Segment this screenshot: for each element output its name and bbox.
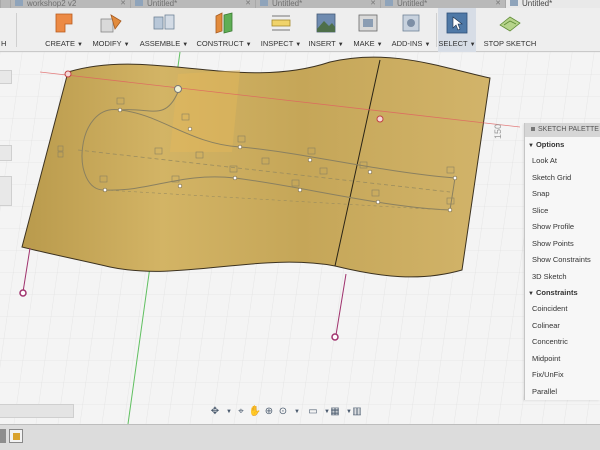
zoom-window-icon[interactable]: ⊙ [276, 406, 290, 418]
option-show-constraints[interactable]: Show Constraints [525, 252, 600, 269]
assemble-icon [153, 14, 175, 30]
option-slice[interactable]: Slice [525, 203, 600, 220]
constraint-coincident[interactable]: Coincident [525, 301, 600, 318]
construct-icon [215, 12, 233, 34]
sketch-origin-point[interactable] [174, 85, 182, 93]
document-icon [510, 0, 518, 6]
zoom-dropdown-icon[interactable]: ▼ [290, 406, 304, 418]
modify-icon [100, 14, 122, 33]
viewport-graphics[interactable] [0, 52, 600, 424]
option-show-profile[interactable]: Show Profile [525, 219, 600, 236]
select-label: SELECT [438, 39, 468, 48]
corner-point[interactable] [376, 115, 384, 123]
main-toolbar: H CREATE ▼ MODIFY ▼ ASSEMBLE ▼ CONSTRUCT ▼ [0, 8, 600, 52]
document-tab-untitled-active[interactable]: Untitled* [505, 0, 600, 8]
document-tab-bar: workshop2 v2 ✕ Untitled* ✕ Untitled* ✕ U… [0, 0, 600, 8]
create-icon [55, 13, 73, 33]
insert-menu-button[interactable]: INSERT ▼ [306, 8, 346, 52]
projected-point-left[interactable] [19, 289, 27, 297]
constraint-fix-unfix[interactable]: Fix/UnFix [525, 367, 600, 384]
look-at-icon[interactable]: ⌖ [234, 406, 248, 418]
option-3d-sketch[interactable]: 3D Sketch [525, 269, 600, 286]
construct-menu-button[interactable]: CONSTRUCT ▼ [194, 8, 254, 52]
create-menu-button[interactable]: CREATE ▼ [40, 8, 88, 52]
option-sketch-grid[interactable]: Sketch Grid [525, 170, 600, 187]
document-tab-untitled-3[interactable]: Untitled* ✕ [380, 0, 505, 8]
timeline-bar [0, 424, 600, 450]
assemble-menu-button[interactable]: ASSEMBLE ▼ [134, 8, 194, 52]
option-snap[interactable]: Snap [525, 186, 600, 203]
dimension-label[interactable]: 150 [493, 124, 503, 139]
projected-point-right[interactable] [331, 333, 339, 341]
insert-label: INSERT [308, 39, 336, 48]
option-look-at[interactable]: Look At [525, 153, 600, 170]
triangle-down-icon: ▼ [528, 291, 534, 297]
sketch-menu-button[interactable]: H [0, 8, 14, 52]
face-highlight [170, 70, 240, 152]
viewports-icon[interactable]: ▥ [350, 406, 364, 418]
design-canvas[interactable]: 150 [0, 52, 600, 424]
modify-label: MODIFY [92, 39, 122, 48]
addins-label: ADD-INS [391, 39, 423, 48]
stop-sketch-button[interactable]: STOP SKETCH [482, 8, 538, 52]
corner-point[interactable] [64, 70, 72, 78]
make-label: MAKE [353, 39, 375, 48]
sketch-palette-header[interactable]: SKETCH PALETTE [525, 123, 600, 137]
document-icon [385, 0, 393, 6]
document-tab-untitled-1[interactable]: Untitled* ✕ [130, 0, 255, 8]
constraint-colinear[interactable]: Colinear [525, 318, 600, 335]
create-label: CREATE [45, 39, 75, 48]
close-icon[interactable]: ✕ [370, 0, 376, 7]
timeline-sketch-feature[interactable] [9, 429, 23, 443]
display-settings-icon[interactable]: ▭ [306, 406, 320, 418]
stop-sketch-icon [499, 16, 521, 32]
close-icon[interactable]: ✕ [245, 0, 251, 7]
inspect-icon [271, 15, 291, 31]
addins-menu-button[interactable]: ADD-INS ▼ [388, 8, 434, 52]
constraints-section-header[interactable]: ▼ Constraints [525, 285, 600, 301]
document-tab-workshop2[interactable]: workshop2 v2 ✕ [10, 0, 130, 8]
stop-sketch-label: STOP SKETCH [483, 39, 537, 48]
orbit-icon[interactable]: ✥ [208, 406, 222, 418]
assemble-label: ASSEMBLE [139, 39, 181, 48]
insert-image-icon [316, 13, 336, 33]
side-panel-stub[interactable] [0, 176, 12, 206]
option-show-points[interactable]: Show Points [525, 236, 600, 253]
constraint-concentric[interactable]: Concentric [525, 334, 600, 351]
inspect-menu-button[interactable]: INSPECT ▼ [256, 8, 306, 52]
sketch-menu-label: H [1, 39, 7, 48]
triangle-down-icon: ▼ [528, 143, 534, 149]
navigation-bar: ✥ ▼ ⌖ ✋ ⊕ ⊙ ▼ ▭ ▼ ▦ ▼ ▥ [208, 404, 366, 420]
sketch-palette: SKETCH PALETTE ▼ Options Look At Sketch G… [524, 123, 600, 400]
select-menu-button[interactable]: SELECT ▼ [438, 8, 476, 52]
constraint-midpoint[interactable]: Midpoint [525, 351, 600, 368]
addins-icon [402, 14, 420, 32]
inspect-label: INSPECT [260, 39, 294, 48]
make-icon [358, 14, 378, 32]
surface-body[interactable] [21, 56, 491, 278]
construct-label: CONSTRUCT [196, 39, 244, 48]
document-icon [260, 0, 268, 6]
constraint-parallel[interactable]: Parallel [525, 384, 600, 401]
close-icon[interactable]: ✕ [495, 0, 501, 7]
document-icon [15, 0, 23, 6]
options-section-header[interactable]: ▼ Options [525, 137, 600, 153]
timeline-handle[interactable] [0, 429, 6, 443]
modify-menu-button[interactable]: MODIFY ▼ [88, 8, 134, 52]
document-tab-untitled-2[interactable]: Untitled* ✕ [255, 0, 380, 8]
make-menu-button[interactable]: MAKE ▼ [350, 8, 386, 52]
comment-panel-stub[interactable] [0, 145, 12, 161]
zoom-icon[interactable]: ⊕ [262, 406, 276, 418]
grid-snap-icon[interactable]: ▦ [328, 406, 342, 418]
pan-hand-icon[interactable]: ✋ [248, 406, 262, 418]
grip-icon[interactable] [531, 127, 535, 132]
select-cursor-icon [446, 12, 468, 34]
bottom-left-panel[interactable] [0, 404, 74, 418]
document-icon [135, 0, 143, 6]
sketch-feature-icon [13, 433, 20, 440]
browser-panel-stub[interactable] [0, 70, 12, 84]
close-icon[interactable]: ✕ [120, 0, 126, 7]
